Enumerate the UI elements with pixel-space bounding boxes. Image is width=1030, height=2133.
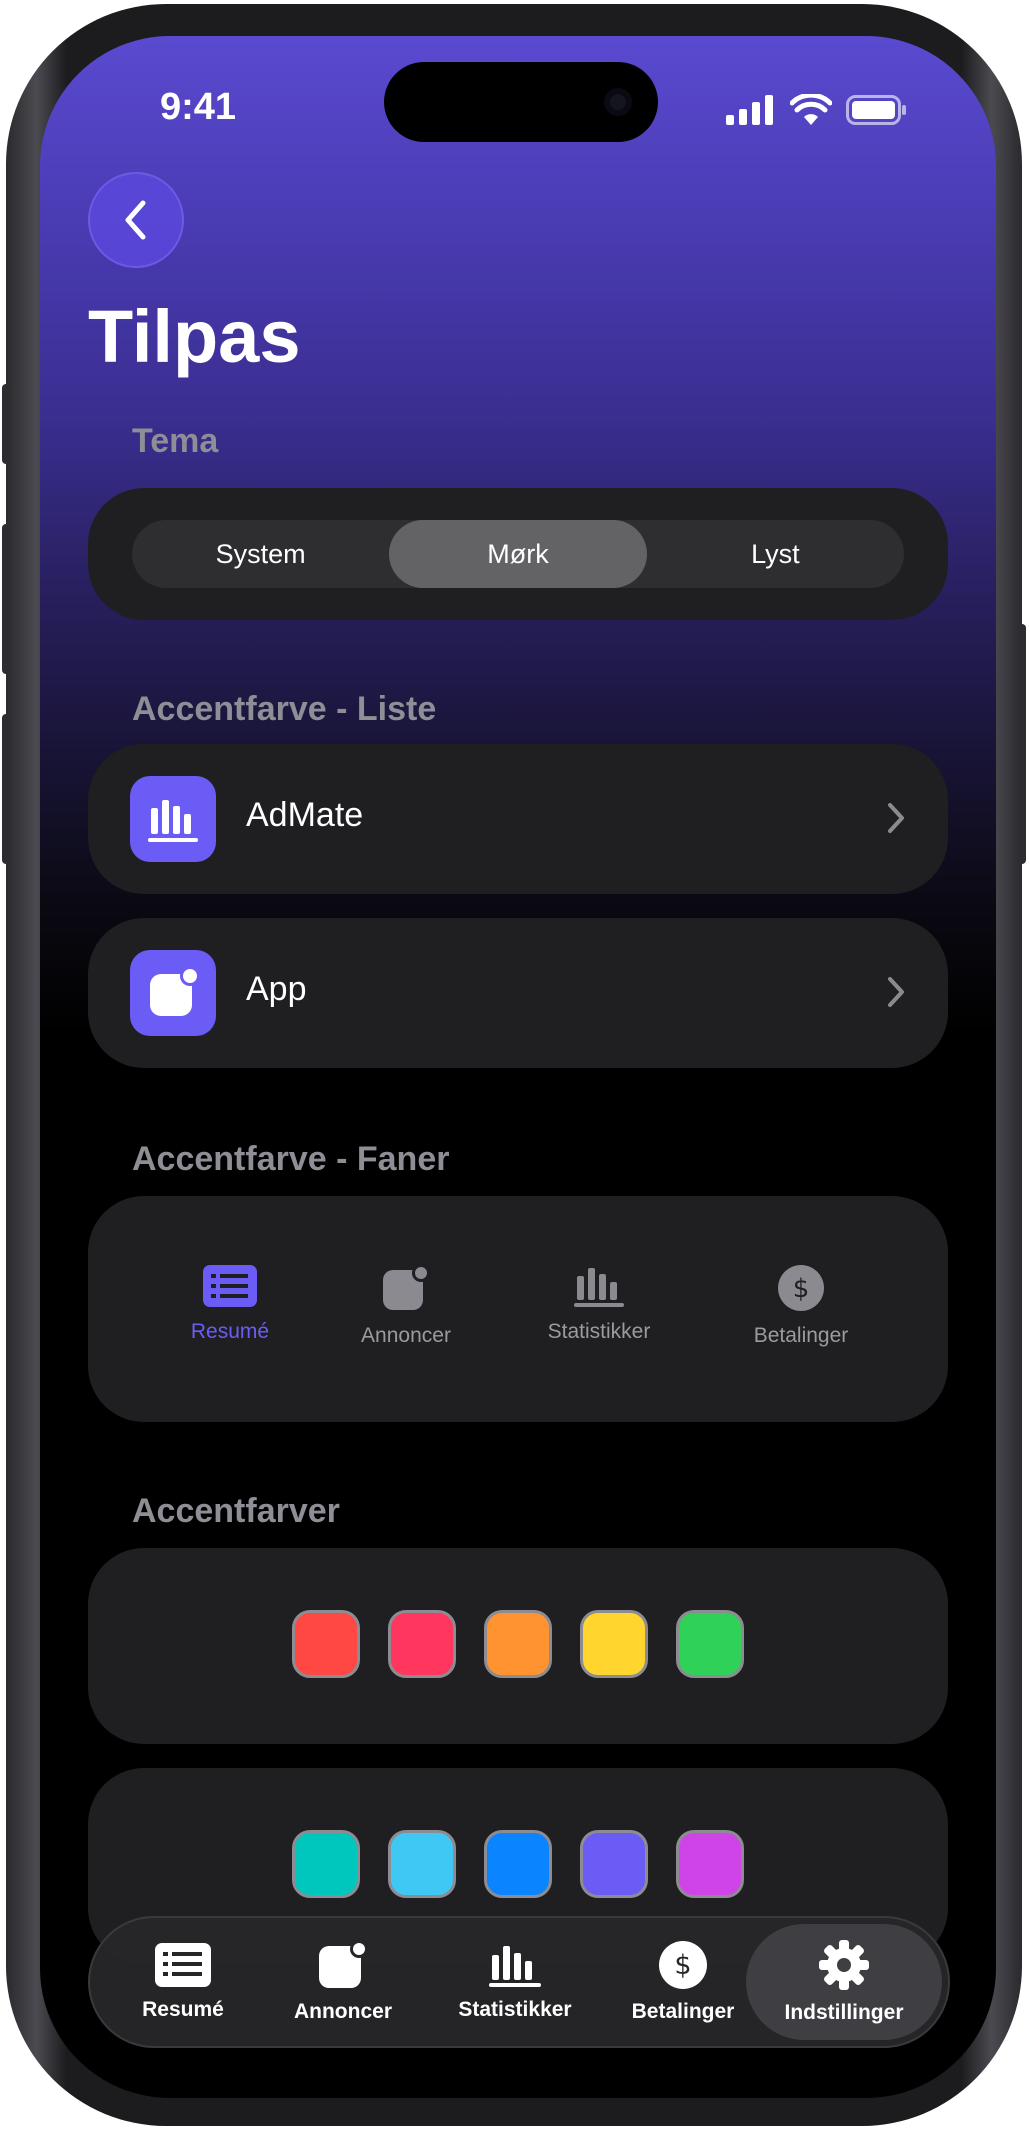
list-item-app[interactable]: App: [88, 918, 948, 1068]
theme-segmented-control: System Mørk Lyst: [132, 520, 904, 588]
color-swatch-indigo[interactable]: [580, 1830, 648, 1898]
theme-option-dark[interactable]: Mørk: [389, 520, 647, 588]
color-swatch-row: [88, 1830, 948, 1898]
color-swatch-green[interactable]: [676, 1610, 744, 1678]
list-icon: [155, 1943, 211, 1987]
color-swatch-red[interactable]: [292, 1610, 360, 1678]
tab-label: Betalinger: [631, 2000, 735, 2023]
status-icons: [726, 94, 908, 126]
tab-option-label: Betalinger: [753, 1324, 849, 1347]
bar-chart-icon: [574, 1268, 624, 1307]
color-row-card: [88, 1548, 948, 1744]
tab-label: Resumé: [142, 1998, 224, 2021]
back-button[interactable]: [88, 172, 184, 268]
tab-resume[interactable]: Resumé: [108, 1918, 258, 2046]
chevron-left-icon: [125, 200, 146, 240]
dollar-icon: $: [778, 1265, 824, 1311]
theme-card: System Mørk Lyst: [88, 488, 948, 620]
section-label-accent-tabs: Accentfarve - Faner: [132, 1140, 450, 1178]
color-swatch-cyan[interactable]: [388, 1830, 456, 1898]
tab-option-resume[interactable]: Resumé: [145, 1264, 315, 1344]
wifi-icon: [790, 94, 832, 125]
color-swatch-yellow[interactable]: [580, 1610, 648, 1678]
action-button: [2, 384, 10, 464]
tab-label: Annoncer: [293, 2000, 392, 2023]
app-badge-icon: [130, 950, 216, 1036]
gear-icon: [819, 1940, 869, 1990]
theme-option-system[interactable]: System: [132, 520, 389, 588]
list-item-label: App: [246, 970, 307, 1008]
tab-option-annoncer[interactable]: Annoncer: [321, 1264, 491, 1348]
tab-option-statistikker[interactable]: Statistikker: [514, 1264, 684, 1344]
section-label-theme: Tema: [132, 422, 219, 460]
signal-icon: [726, 95, 773, 125]
battery-icon: [846, 95, 906, 125]
color-swatch-teal[interactable]: [292, 1830, 360, 1898]
tab-label: Statistikker: [458, 1998, 572, 2021]
power-button: [1018, 624, 1026, 864]
bar-chart-icon: [130, 776, 216, 862]
dynamic-island: [384, 62, 658, 142]
color-swatch-blue[interactable]: [484, 1830, 552, 1898]
list-icon: [203, 1265, 257, 1307]
theme-option-light[interactable]: Lyst: [647, 520, 904, 588]
chevron-right-icon: [888, 977, 904, 1007]
phone-frame: 9:41 Tilpas Tema System Mørk Lyst Accent…: [2, 4, 1026, 2126]
tab-betalinger[interactable]: $ Betalinger: [608, 1918, 758, 2046]
color-swatch-pink[interactable]: [388, 1610, 456, 1678]
tab-bar: Resumé Annoncer Statistikker $ Betalinge…: [88, 1916, 950, 2048]
tab-option-label: Statistikker: [547, 1320, 651, 1343]
tab-option-label: Resumé: [190, 1320, 270, 1343]
accent-tabs-card: Resumé Annoncer Statistikker $ Betalinge…: [88, 1196, 948, 1422]
tab-statistikker[interactable]: Statistikker: [430, 1918, 600, 2046]
list-item-admate[interactable]: AdMate: [88, 744, 948, 894]
screen: 9:41 Tilpas Tema System Mørk Lyst Accent…: [40, 36, 996, 2098]
dollar-icon: $: [659, 1941, 707, 1989]
status-time: 9:41: [160, 86, 237, 128]
page-title: Tilpas: [88, 295, 301, 378]
app-badge-icon: [319, 1940, 368, 1988]
tab-annoncer[interactable]: Annoncer: [268, 1918, 418, 2046]
section-label-accent-list: Accentfarve - Liste: [132, 690, 437, 728]
tab-option-label: Annoncer: [361, 1324, 451, 1347]
color-swatch-row: [88, 1610, 948, 1678]
app-badge-icon: [383, 1264, 430, 1310]
color-swatch-orange[interactable]: [484, 1610, 552, 1678]
color-swatch-purple[interactable]: [676, 1830, 744, 1898]
camera-icon: [604, 88, 632, 116]
list-item-label: AdMate: [246, 796, 364, 834]
section-label-accent-colors: Accentfarver: [132, 1492, 340, 1530]
volume-up-button: [2, 524, 10, 674]
volume-down-button: [2, 714, 10, 864]
chevron-right-icon: [888, 803, 904, 833]
tab-indstillinger[interactable]: Indstillinger: [746, 1924, 942, 2040]
bar-chart-icon: [489, 1946, 541, 1987]
svg-text:$: $: [793, 1274, 810, 1304]
tab-label: Indstillinger: [784, 2001, 904, 2024]
svg-text:$: $: [674, 1950, 691, 1981]
tab-option-betalinger[interactable]: $ Betalinger: [716, 1264, 886, 1348]
